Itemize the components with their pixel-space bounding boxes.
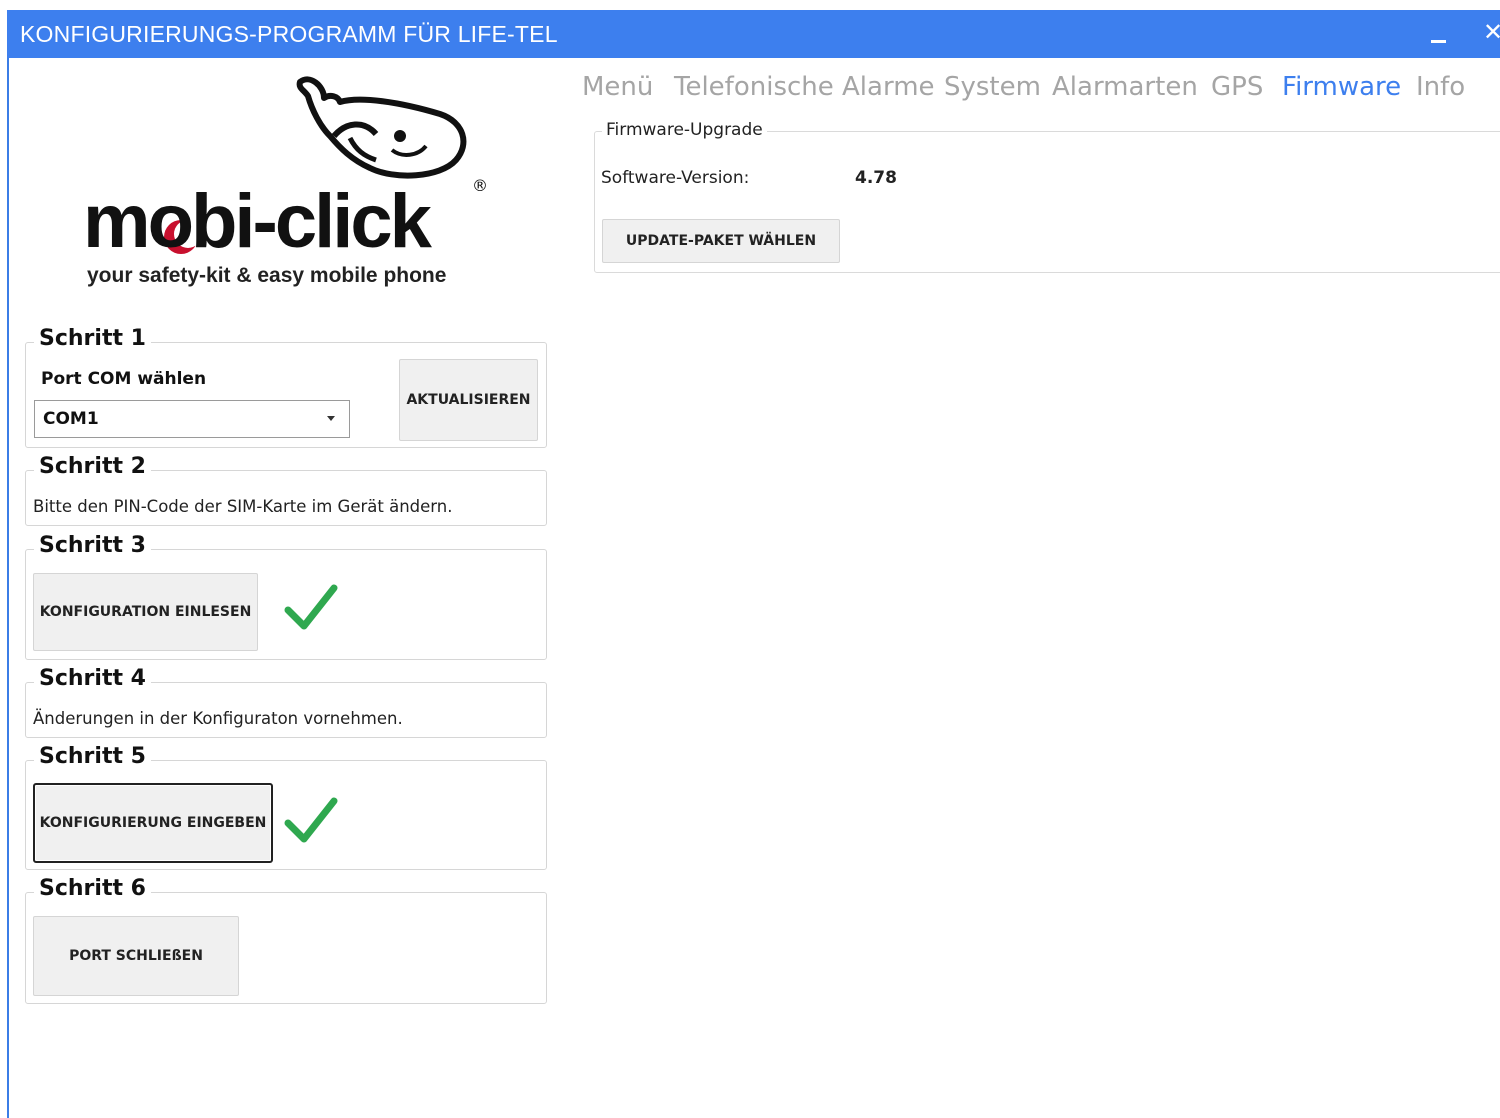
step-2-text: Bitte den PIN-Code der SIM-Karte im Gerä… [33,497,453,516]
registered-mark: ® [472,176,488,195]
step-5-group: Schritt 5 KONFIGURIERUNG EINGEBEN [25,744,547,870]
window-border [7,10,9,1118]
tab-telefonische-alarme[interactable]: Telefonische Alarme [674,72,935,102]
minimize-button[interactable] [1428,16,1458,52]
step-1-group: Schritt 1 Port COM wählen COM1 AKTUALISI… [25,326,547,448]
firmware-upgrade-group: Firmware-Upgrade Software-Version: 4.78 … [594,120,1500,273]
software-version-label: Software-Version: [601,168,750,188]
chevron-down-icon [327,416,335,421]
tab-gps[interactable]: GPS [1211,72,1263,102]
check-icon [284,584,338,630]
step-4-text: Änderungen in der Konfiguraton vornehmen… [33,709,403,728]
tab-alarmarten[interactable]: Alarmarten [1052,72,1198,102]
step-3-title: Schritt 3 [34,533,151,558]
step-6-group: Schritt 6 PORT SCHLIEßEN [25,876,547,1004]
logo-tagline: your safety-kit & easy mobile phone [87,264,447,287]
dolphin-icon [296,76,467,179]
step-5-title: Schritt 5 [34,744,151,769]
title-bar: KONFIGURIERUNGS-PROGRAMM FÜR LIFE-TEL ✕ [7,10,1500,58]
step-4-group: Schritt 4 Änderungen in der Konfiguraton… [25,666,547,738]
step-2-title: Schritt 2 [34,454,151,479]
logo-wordmark: mobi-click [83,179,432,264]
tab-system[interactable]: System [944,72,1041,102]
tab-firmware[interactable]: Firmware [1282,72,1401,102]
com-port-value: COM1 [43,409,99,429]
step-2-group: Schritt 2 Bitte den PIN-Code der SIM-Kar… [25,454,547,526]
mobi-click-logo: mobi-click ® your safety-kit & easy mobi… [80,74,510,304]
tab-menu[interactable]: Menü [582,72,653,102]
check-icon [284,797,338,843]
firmware-group-title: Firmware-Upgrade [602,120,767,140]
close-button[interactable]: ✕ [1483,18,1500,46]
read-config-button[interactable]: KONFIGURATION EINLESEN [33,573,258,651]
software-version-value: 4.78 [855,168,897,188]
com-port-select[interactable]: COM1 [34,400,350,438]
close-port-button[interactable]: PORT SCHLIEßEN [33,916,239,996]
window-title: KONFIGURIERUNGS-PROGRAMM FÜR LIFE-TEL [20,21,558,47]
tab-info[interactable]: Info [1416,72,1465,102]
step-3-group: Schritt 3 KONFIGURATION EINLESEN [25,533,547,660]
select-update-package-button[interactable]: UPDATE-PAKET WÄHLEN [602,219,840,263]
step-6-title: Schritt 6 [34,876,151,901]
step-4-title: Schritt 4 [34,666,151,691]
refresh-button[interactable]: AKTUALISIEREN [399,359,538,441]
port-label: Port COM wählen [41,369,207,389]
write-config-button[interactable]: KONFIGURIERUNG EINGEBEN [33,783,273,863]
step-1-title: Schritt 1 [34,326,151,351]
